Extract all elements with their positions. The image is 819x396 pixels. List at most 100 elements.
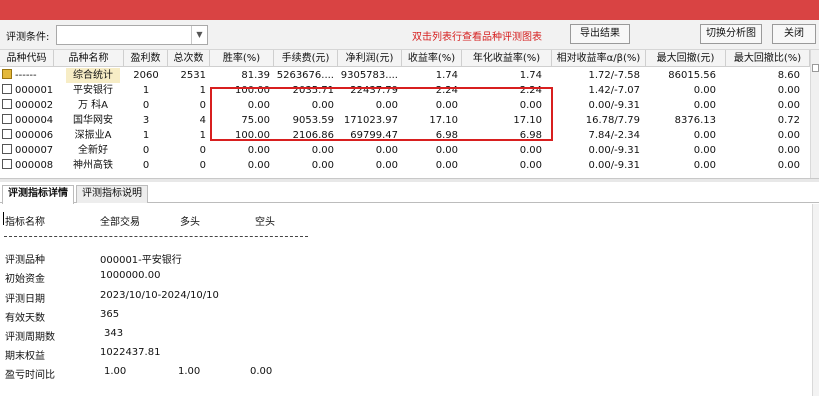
row-relative-cell: 0.00/-9.31 [588,145,640,156]
row-code-cell: 000008 [0,158,54,173]
row-fee-cell: 0.00 [311,160,334,171]
col-annual[interactable]: 年化收益率(%) [462,50,552,67]
detail-header-short: 空头 [255,217,275,228]
close-button[interactable]: 关闭 [772,24,816,44]
checkbox-icon[interactable] [2,84,12,94]
detail-label: 初始资金 [5,274,45,285]
row-win-cell: 0 [142,160,150,171]
row-win-cell: 0 [142,145,150,156]
row-annual-cell: 1.74 [519,70,542,81]
row-maxdd-cell: 0.00 [693,130,716,141]
row-total-cell: 1 [199,130,206,141]
row-total-cell: 2531 [180,70,206,81]
detail-value: 343 [104,328,124,339]
detail-header-name: 指标名称 [5,217,45,228]
row-return-cell: 6.98 [435,130,458,141]
detail-label: 期末权益 [5,351,45,362]
col-maxdd-ratio[interactable]: 最大回撤比(%) [726,50,810,67]
col-name[interactable]: 品种名称 [54,50,124,67]
detail-label: 盈亏时间比 [5,370,55,381]
tab-explain[interactable]: 评测指标说明 [76,185,148,203]
row-profit-cell: 22437.79 [350,85,398,96]
scroll-up-icon[interactable] [812,64,819,72]
row-code-cell: ------ [0,68,54,83]
table-row[interactable]: 000001 平安银行 1 1 100.00 2035.71 22437.79 … [0,83,810,98]
row-maxdd-ratio-cell: 0.00 [777,85,800,96]
checkbox-icon[interactable] [2,114,12,124]
row-relative-cell: 16.78/7.79 [585,115,640,126]
row-profit-cell: 0.00 [375,100,398,111]
col-maxdd[interactable]: 最大回撤(元) [646,50,726,67]
detail-value-long: 1.00 [178,366,201,377]
row-maxdd-cell: 0.00 [693,85,716,96]
col-return[interactable]: 收益率(%) [402,50,462,67]
table-row[interactable]: 000007 全新好 0 0 0.00 0.00 0.00 0.00 0.00 … [0,143,810,158]
table-row[interactable]: ------ 综合统计 2060 2531 81.39 5263676.... … [0,68,810,83]
row-rate-cell: 75.00 [241,115,270,126]
col-win[interactable]: 盈利数 [124,50,168,67]
col-profit[interactable]: 净利润(元) [338,50,402,67]
col-code[interactable]: 品种代码 [0,50,54,67]
row-annual-cell: 6.98 [519,130,542,141]
table-row[interactable]: 000006 深振业A 1 1 100.00 2106.86 69799.47 … [0,128,810,143]
row-name-cell: 国华网安 [73,115,113,126]
tab-detail[interactable]: 评测指标详情 [2,185,74,204]
checkbox-icon[interactable] [2,129,12,139]
row-name-cell: 全新好 [78,145,108,156]
row-fee-cell: 5263676.... [276,70,334,81]
row-return-cell: 1.74 [435,70,458,81]
row-rate-cell: 0.00 [247,145,270,156]
row-fee-cell: 2106.86 [292,130,334,141]
row-return-cell: 0.00 [435,160,458,171]
detail-label: 评测周期数 [5,332,55,343]
row-code-cell: 000006 [0,128,54,143]
chevron-down-icon[interactable]: ▼ [191,26,207,44]
row-maxdd-ratio-cell: 0.00 [777,130,800,141]
detail-label: 评测品种 [5,255,45,266]
tab-strip: 评测指标详情 评测指标说明 [0,183,819,204]
row-name-cell: 万 科A [77,100,109,111]
row-maxdd-cell: 86015.56 [668,70,716,81]
row-total-cell: 0 [199,100,206,111]
checkbox-icon[interactable] [2,144,12,154]
detail-panel: 指标名称 全部交易 多头 空头 评测品种 000001-平安银行 初始资金 10… [0,204,812,396]
export-button[interactable]: 导出结果 [570,24,630,44]
col-fee[interactable]: 手续费(元) [274,50,338,67]
row-maxdd-cell: 8376.13 [674,115,716,126]
row-fee-cell: 9053.59 [292,115,334,126]
table-row[interactable]: 000002 万 科A 0 0 0.00 0.00 0.00 0.00 0.00… [0,98,810,113]
row-return-cell: 17.10 [429,115,458,126]
col-rate[interactable]: 胜率(%) [210,50,274,67]
row-name-cell: 平安银行 [73,85,113,96]
row-fee-cell: 0.00 [311,145,334,156]
row-annual-cell: 17.10 [513,115,542,126]
checkbox-icon[interactable] [2,99,12,109]
window-titlebar [0,0,819,20]
row-annual-cell: 0.00 [519,100,542,111]
detail-value: 2023/10/10-2024/10/10 [100,290,219,301]
hint-text: 双击列表行查看品种评测图表 [412,32,542,43]
col-relative[interactable]: 相对收益率α/β(%) [552,50,646,67]
row-profit-cell: 0.00 [375,160,398,171]
folder-icon [2,69,12,79]
row-rate-cell: 0.00 [247,100,270,111]
row-code-cell: 000001 [0,83,54,98]
row-code-cell: 000002 [0,98,54,113]
col-total[interactable]: 总次数 [168,50,210,67]
detail-scrollbar[interactable] [812,204,819,396]
detail-header-all: 全部交易 [100,217,140,228]
row-maxdd-cell: 0.00 [693,100,716,111]
table-row[interactable]: 000008 神州高铁 0 0 0.00 0.00 0.00 0.00 0.00… [0,158,810,173]
row-maxdd-ratio-cell: 0.00 [777,145,800,156]
table-row[interactable]: 000004 国华网安 3 4 75.00 9053.59 171023.97 … [0,113,810,128]
detail-value: 1022437.81 [100,347,161,358]
row-maxdd-ratio-cell: 0.00 [777,160,800,171]
row-profit-cell: 0.00 [375,145,398,156]
panel-splitter[interactable] [0,178,819,182]
switch-chart-button[interactable]: 切换分析图 [700,24,762,44]
checkbox-icon[interactable] [2,159,12,169]
table-scrollbar[interactable] [810,50,819,178]
detail-label: 评测日期 [5,294,45,305]
row-win-cell: 0 [142,100,150,111]
filter-combobox[interactable]: ▼ [56,25,208,45]
